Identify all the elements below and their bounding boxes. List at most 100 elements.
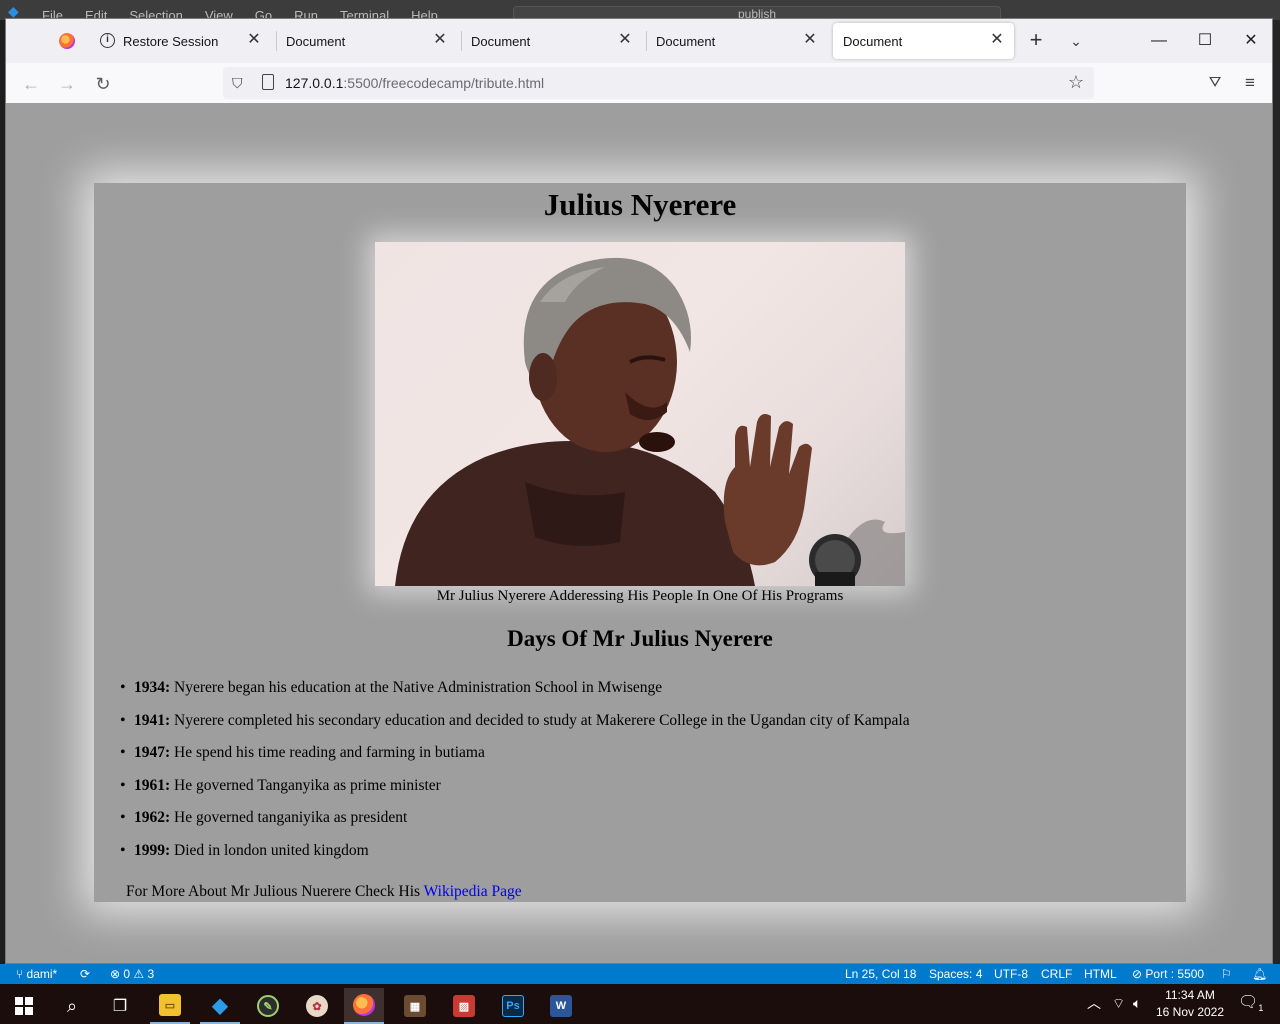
paint-icon[interactable]: ✿ [297, 988, 337, 1024]
vscode-title-bar: ◆ File Edit Selection View Go Run Termin… [0, 0, 1280, 23]
hamburger-menu-icon[interactable]: ≡ [1238, 71, 1262, 95]
vscode-status-bar: ⑂ dami* ⟳ ⊗ 0 ⚠ 3 Ln 25, Col 18 Spaces: … [0, 964, 1280, 984]
timeline-text: Nyerere completed his secondary educatio… [170, 711, 910, 729]
timeline-item: 1947: He spend his time reading and farm… [120, 743, 1174, 776]
tab-bar: i Restore Session ✕ Document ✕ Document … [6, 19, 1272, 63]
branch-status[interactable]: ⑂ dami* [16, 967, 57, 981]
clock-date: 16 Nov 2022 [1155, 1005, 1225, 1019]
info-icon: i [100, 33, 115, 48]
page-title: Julius Nyerere [543, 187, 737, 222]
portrait-image [395, 257, 905, 586]
maximize-button[interactable]: ☐ [1191, 27, 1219, 55]
timeline-year: 1941: [134, 711, 171, 729]
forward-button[interactable]: → [54, 71, 80, 97]
web-content: Julius Nyerere Mr Julius Nyerere Adderes… [6, 103, 1272, 963]
photoshop-icon[interactable]: Ps [493, 988, 533, 1024]
sync-icon[interactable]: ⟳ [80, 967, 90, 981]
language-mode[interactable]: HTML [1084, 967, 1117, 981]
notification-count: 1 [1258, 1003, 1264, 1014]
shield-icon[interactable]: ⛉ [232, 75, 246, 91]
firefox-taskbar-icon[interactable] [344, 988, 384, 1024]
error-count: 0 [123, 967, 131, 981]
line-ending[interactable]: CRLF [1041, 967, 1072, 981]
indentation[interactable]: Spaces: 4 [929, 967, 982, 981]
file-explorer-icon[interactable]: ▭ [150, 988, 190, 1024]
encoding[interactable]: UTF-8 [994, 967, 1028, 981]
url-host: 127.0.0.1 [285, 75, 344, 91]
tab-document-1[interactable]: Document ✕ [276, 23, 457, 59]
section-heading: Days Of Mr Julius Nyerere [507, 626, 773, 651]
firefox-view-tab[interactable] [49, 23, 85, 59]
close-icon[interactable]: ✕ [988, 31, 1006, 49]
page-icon [262, 74, 274, 90]
tray-overflow-chevron-icon[interactable]: ︿ [1087, 994, 1101, 1012]
clock[interactable]: 11:34 AM 16 Nov 2022 [1152, 987, 1228, 1021]
windows-taskbar: ⌕ ❐ ▭ ◆ ✎ ✿ ▦ ▨ Ps W ︿ ⌔ 🔈︎ 11:34 AM 16 … [0, 984, 1280, 1024]
word-icon[interactable]: W [541, 988, 581, 1024]
branch-name: dami* [26, 967, 58, 981]
timeline-item: 1999: Died in london united kingdom [120, 841, 1174, 874]
task-view-icon[interactable]: ❐ [100, 988, 140, 1024]
timeline-text: Nyerere began his education at the Nativ… [170, 679, 663, 696]
vscode-icon[interactable]: ◆ [200, 988, 240, 1024]
warning-count: 3 [147, 967, 155, 981]
minimize-button[interactable]: — [1145, 27, 1173, 55]
inkscape-icon[interactable]: ✎ [248, 988, 288, 1024]
timeline-year: 1962: [134, 809, 171, 827]
timeline-year: 1934: [134, 679, 171, 696]
vscode-editor-edge [1273, 20, 1280, 964]
problems-status[interactable]: ⊗ 0 ⚠ 3 [110, 967, 154, 981]
tab-document-2[interactable]: Document ✕ [461, 23, 642, 59]
live-server-port[interactable]: ⊘ Port : 5500 [1132, 967, 1204, 981]
timeline-year: 1947: [134, 744, 171, 762]
timeline-text: He governed tanganiyika as president [170, 809, 408, 827]
timeline-item: 1941: Nyerere completed his secondary ed… [120, 711, 1174, 744]
close-icon[interactable]: ✕ [245, 31, 263, 49]
image-caption: Mr Julius Nyerere Adderessing His People… [436, 588, 844, 604]
feedback-icon[interactable]: ⚐ [1221, 967, 1232, 981]
reload-button[interactable]: ↻ [90, 71, 116, 97]
action-center-icon[interactable]: 🗨︎1 [1238, 994, 1263, 1017]
window-close-button[interactable]: ✕ [1237, 27, 1265, 55]
wikipedia-link[interactable]: Wikipedia Page [424, 883, 522, 900]
back-button[interactable]: ← [18, 71, 44, 97]
pocket-icon[interactable]: ⛛ [1203, 71, 1227, 95]
timeline-text: He spend his time reading and farming in… [170, 744, 485, 762]
tab-label: Document [656, 34, 716, 49]
network-icon[interactable]: ⌔ [1112, 994, 1125, 1012]
timeline-text: He governed Tanganyika as prime minister [170, 776, 441, 794]
close-icon[interactable]: ✕ [801, 31, 819, 49]
navigation-toolbar: ← → ↻ ⛉ 127.0.0.1:5500/freecodecamp/trib… [6, 63, 1272, 103]
more-info-label: For More About Mr Julious Nuerere Check … [126, 883, 424, 900]
tab-restore-session[interactable]: i Restore Session ✕ [91, 23, 271, 59]
url-text[interactable]: 127.0.0.1:5500/freecodecamp/tribute.html [285, 75, 544, 91]
search-icon[interactable]: ⌕ [52, 988, 92, 1024]
list-all-tabs-button[interactable]: ⌄ [1064, 29, 1088, 53]
notifications-bell-icon[interactable]: 🔔︎ [1252, 967, 1267, 981]
tab-document-3[interactable]: Document ✕ [646, 23, 827, 59]
new-tab-button[interactable]: + [1024, 29, 1048, 53]
tab-label: Document [843, 34, 903, 49]
timeline-item: 1962: He governed tanganiyika as preside… [120, 808, 1174, 841]
tribute-main: Julius Nyerere Mr Julius Nyerere Adderes… [94, 183, 1186, 902]
cursor-position[interactable]: Ln 25, Col 18 [845, 967, 916, 981]
timeline-year: 1961: [134, 776, 171, 794]
timeline-item: 1961: He governed Tanganyika as prime mi… [120, 776, 1174, 809]
url-path: :5500/freecodecamp/tribute.html [343, 75, 545, 91]
presentation-app-icon[interactable]: ▨ [444, 988, 484, 1024]
timeline-year: 1999: [134, 841, 171, 859]
bookmark-star-icon[interactable]: ☆ [1068, 72, 1084, 92]
url-bar[interactable]: ⛉ 127.0.0.1:5500/freecodecamp/tribute.ht… [223, 67, 1094, 99]
firefox-window: i Restore Session ✕ Document ✕ Document … [5, 18, 1273, 964]
tab-label: Document [471, 34, 531, 49]
volume-muted-icon[interactable]: 🔈︎ [1133, 994, 1141, 1012]
windows-start-icon[interactable] [4, 988, 44, 1024]
tab-document-active[interactable]: Document ✕ [833, 23, 1014, 59]
clock-time: 11:34 AM [1165, 988, 1215, 1002]
close-icon[interactable]: ✕ [616, 31, 634, 49]
tab-label: Restore Session [123, 34, 219, 49]
close-icon[interactable]: ✕ [431, 31, 449, 49]
photo-app-icon[interactable]: ▦ [395, 988, 435, 1024]
tab-label: Document [286, 34, 346, 49]
firefox-icon [59, 33, 75, 49]
